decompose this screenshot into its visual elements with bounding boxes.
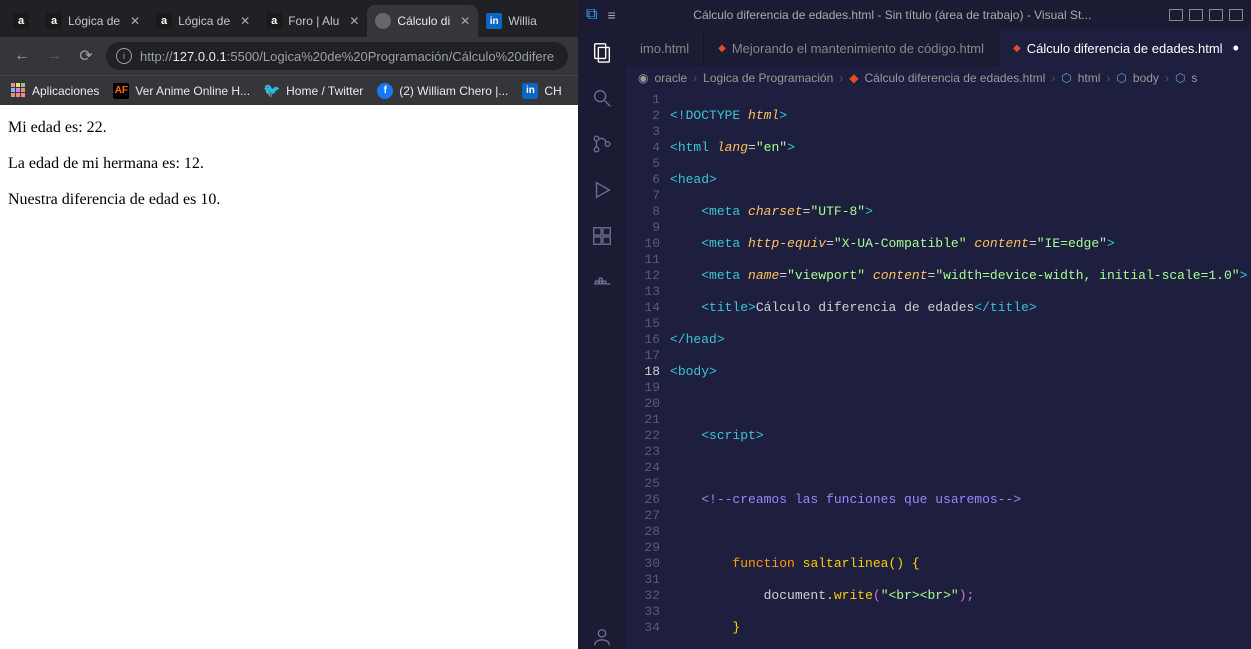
af-icon: AF (113, 83, 129, 99)
bookmark-label: (2) William Chero |... (399, 84, 508, 98)
panel-toggle-icon[interactable] (1209, 9, 1223, 21)
panel-toggle-icon[interactable] (1169, 9, 1183, 21)
tab-label: Cálculo di (397, 14, 450, 28)
twitter-icon: 🐦 (264, 83, 280, 99)
chrome-tab[interactable]: aLógica de✕ (38, 5, 148, 37)
close-icon[interactable]: ✕ (460, 14, 470, 28)
breadcrumb-item[interactable]: html (1078, 71, 1101, 85)
vscode-window: ⧉ ≡ Cálculo diferencia de edades.html - … (578, 0, 1251, 649)
tab-label: Mejorando el mantenimiento de código.htm… (732, 41, 984, 56)
page-text: Mi edad es: 22. (8, 119, 570, 137)
close-icon[interactable]: ✕ (130, 14, 140, 28)
docker-icon[interactable] (590, 270, 614, 294)
tab-label: Willia (508, 14, 537, 28)
html-file-icon: ◆ (718, 43, 726, 54)
editor-area: imo.html ◆ Mejorando el mantenimiento de … (626, 30, 1251, 649)
bookmark-item[interactable]: AF Ver Anime Online H... (113, 83, 250, 99)
run-debug-icon[interactable] (590, 178, 614, 202)
tab-label: imo.html (640, 41, 689, 56)
editor-tab-active[interactable]: ◆Cálculo diferencia de edades.html• (999, 30, 1251, 66)
url-text: http://127.0.0.1:5500/Logica%20de%20Prog… (140, 49, 554, 64)
bookmark-item[interactable]: in CH (522, 83, 561, 99)
bookmark-label: Aplicaciones (32, 84, 99, 98)
forward-icon[interactable]: → (42, 44, 66, 68)
breadcrumb-item[interactable]: body (1133, 71, 1159, 85)
linkedin-icon: in (522, 83, 538, 99)
extensions-icon[interactable] (590, 224, 614, 248)
chrome-tab[interactable]: aLógica de✕ (148, 5, 258, 37)
breadcrumb-item[interactable]: Cálculo diferencia de edades.html (864, 71, 1045, 85)
page-text: Nuestra diferencia de edad es 10. (8, 191, 570, 209)
folder-icon: ◉ (638, 71, 648, 85)
apps-button[interactable]: Aplicaciones (10, 83, 99, 99)
code-lines[interactable]: <!DOCTYPE html> <html lang="en"> <head> … (670, 90, 1251, 649)
chrome-tab[interactable]: aForo | Alu✕ (258, 5, 367, 37)
site-info-icon[interactable]: i (116, 48, 132, 64)
page-content: Mi edad es: 22. La edad de mi hermana es… (0, 105, 578, 649)
editor-tab[interactable]: ◆ Mejorando el mantenimiento de código.ht… (704, 30, 999, 66)
tag-icon: ⬡ (1116, 71, 1126, 85)
page-text: La edad de mi hermana es: 12. (8, 155, 570, 173)
chrome-toolbar: ← → ⟳ i http://127.0.0.1:5500/Logica%20d… (0, 37, 578, 75)
apps-icon (10, 83, 26, 99)
chrome-tab-active[interactable]: Cálculo di ✕ (367, 5, 478, 37)
tab-label: Lógica de (178, 14, 230, 28)
code-editor[interactable]: 1234567891011121314151617181920212223242… (626, 90, 1251, 649)
bookmark-label: Ver Anime Online H... (135, 84, 250, 98)
close-icon[interactable]: ✕ (349, 14, 359, 28)
source-control-icon[interactable] (590, 132, 614, 156)
window-title: Cálculo diferencia de edades.html - Sin … (626, 8, 1159, 22)
bookmark-item[interactable]: f (2) William Chero |... (377, 83, 508, 99)
chrome-tabstrip: a aLógica de✕ aLógica de✕ aForo | Alu✕ C… (0, 0, 578, 37)
accounts-icon[interactable] (590, 625, 614, 649)
tab-label: Foro | Alu (288, 14, 339, 28)
facebook-icon: f (377, 83, 393, 99)
bookmarks-bar: Aplicaciones AF Ver Anime Online H... 🐦 Ho… (0, 75, 578, 105)
tag-icon: ⬡ (1175, 71, 1185, 85)
back-icon[interactable]: ← (10, 44, 34, 68)
html-file-icon: ◆ (1013, 43, 1021, 54)
vscode-body: imo.html ◆ Mejorando el mantenimiento de … (578, 30, 1251, 649)
panel-toggle-icon[interactable] (1189, 9, 1203, 21)
layout-controls (1169, 9, 1243, 21)
bookmark-item[interactable]: 🐦 Home / Twitter (264, 83, 363, 99)
chrome-tab[interactable]: inWillia (478, 5, 545, 37)
tab-label: Lógica de (68, 14, 120, 28)
gutter: 1234567891011121314151617181920212223242… (626, 90, 670, 649)
breadcrumb-item[interactable]: Logica de Programación (703, 71, 833, 85)
bookmark-label: Home / Twitter (286, 84, 363, 98)
search-icon[interactable] (590, 86, 614, 110)
panel-toggle-icon[interactable] (1229, 9, 1243, 21)
menu-icon[interactable]: ≡ (607, 7, 615, 23)
chrome-tab[interactable]: a (4, 5, 38, 37)
tab-label: Cálculo diferencia de edades.html (1027, 41, 1223, 56)
bookmark-label: CH (544, 84, 561, 98)
editor-tab[interactable]: imo.html (626, 30, 704, 66)
close-icon[interactable]: ✕ (240, 14, 250, 28)
reload-icon[interactable]: ⟳ (74, 44, 98, 68)
explorer-icon[interactable] (590, 40, 614, 64)
breadcrumb-item[interactable]: s (1191, 71, 1197, 85)
activity-bar (578, 30, 626, 649)
breadcrumb-item[interactable]: oracle (654, 71, 687, 85)
breadcrumb[interactable]: ◉oracle ›Logica de Programación ›◆Cálcul… (626, 66, 1251, 90)
html-file-icon: ◆ (849, 71, 858, 85)
url-bar[interactable]: i http://127.0.0.1:5500/Logica%20de%20Pr… (106, 42, 568, 70)
vscode-logo-icon: ⧉ (586, 6, 597, 24)
vscode-titlebar: ⧉ ≡ Cálculo diferencia de edades.html - … (578, 0, 1251, 30)
editor-tabs: imo.html ◆ Mejorando el mantenimiento de … (626, 30, 1251, 66)
tag-icon: ⬡ (1061, 71, 1071, 85)
chrome-window: a aLógica de✕ aLógica de✕ aForo | Alu✕ C… (0, 0, 578, 649)
